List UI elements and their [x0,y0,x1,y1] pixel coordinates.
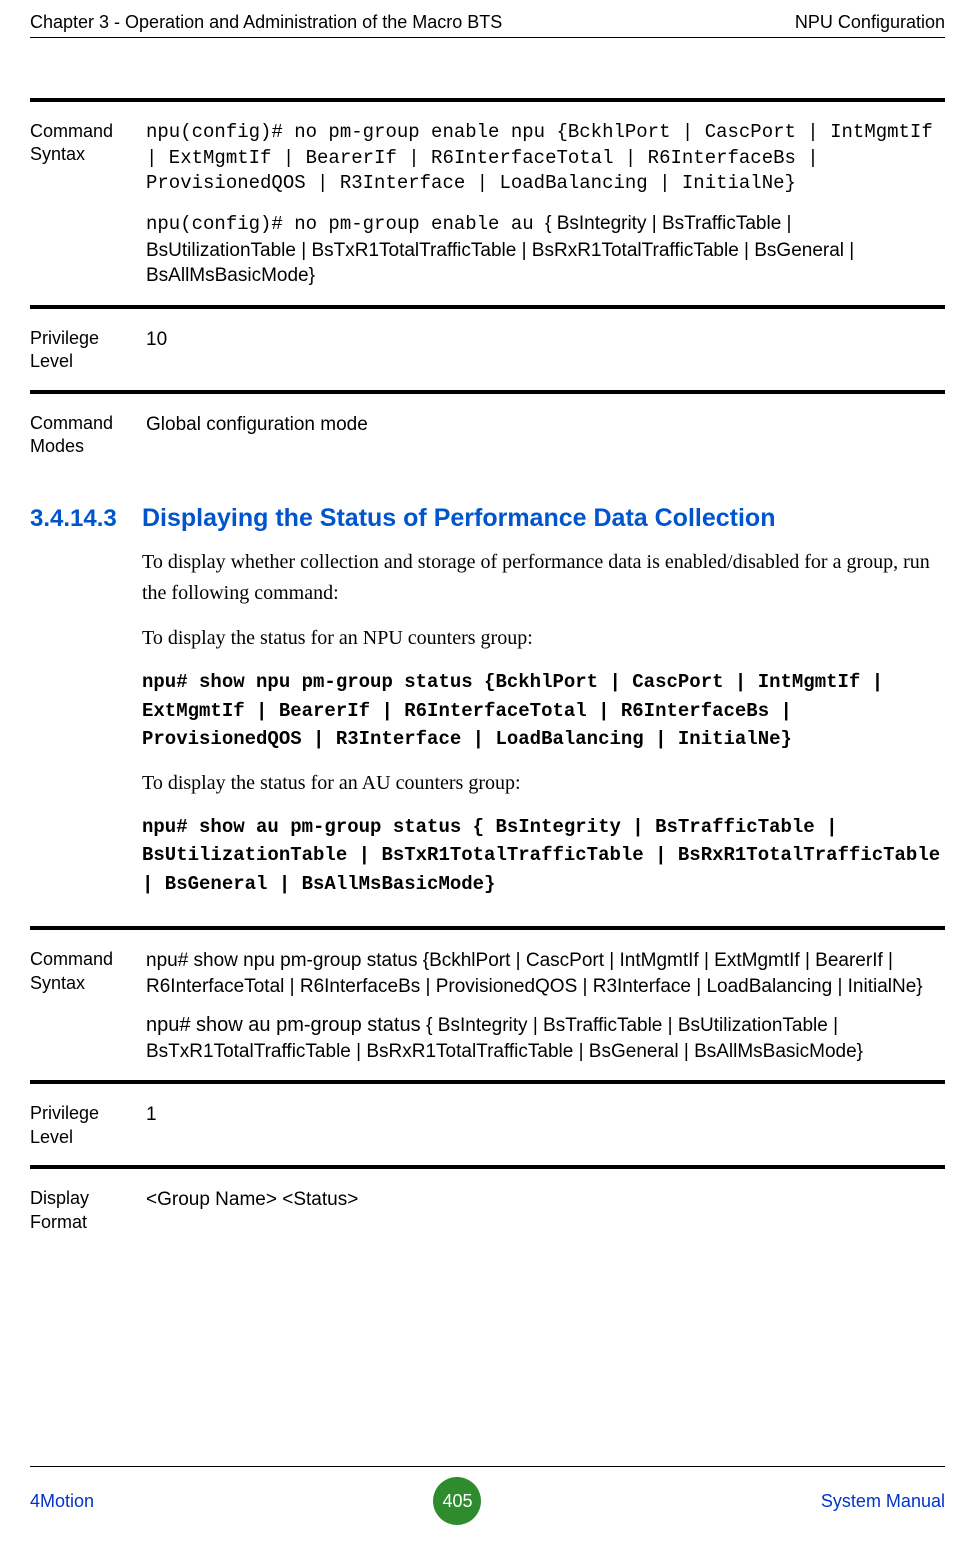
section-heading: 3.4.14.3 Displaying the Status of Perfor… [30,504,945,533]
value-command-modes: Global configuration mode [142,392,945,475]
value-command-syntax: npu(config)# no pm-group enable npu {Bck… [142,100,945,307]
value-privilege-level-2: 1 [142,1082,945,1167]
section-body: To display whether collection and storag… [142,547,945,898]
label-privilege-level-2: Privilege Level [30,1082,142,1167]
label-command-syntax: Command Syntax [30,100,142,307]
value-privilege-level: 10 [142,307,945,392]
body-p3: To display the status for an AU counters… [142,768,945,799]
page-footer: 4Motion 405 System Manual [30,1466,945,1525]
body-cmd2: npu# show au pm-group status { BsIntegri… [142,813,945,899]
definition-block-2: Command Syntax npu# show npu pm-group st… [30,926,945,1249]
label-display-format: Display Format [30,1167,142,1250]
section-title: Displaying the Status of Performance Dat… [142,504,775,533]
body-p1: To display whether collection and storag… [142,547,945,609]
syntax2-line1: npu# show npu pm-group status {BckhlPort… [146,948,945,999]
section-number: 3.4.14.3 [30,505,142,533]
page-number: 405 [433,1477,481,1525]
syntax-npu: npu(config)# no pm-group enable npu {Bck… [146,120,945,197]
footer-right: System Manual [821,1491,945,1512]
syntax-au-prefix: npu(config)# no pm-group enable au [146,213,545,235]
header-right: NPU Configuration [795,12,945,33]
body-cmd1: npu# show npu pm-group status {BckhlPort… [142,668,945,754]
syntax2-line2: npu# show au pm-group status { BsIntegri… [146,1012,945,1065]
value-command-syntax-2: npu# show npu pm-group status {BckhlPort… [142,928,945,1082]
syntax2-line2-prefix: npu# show au pm-group status [146,1014,426,1036]
definition-block-1: Command Syntax npu(config)# no pm-group … [30,98,945,474]
value-display-format: <Group Name> <Status> [142,1167,945,1250]
page-header: Chapter 3 - Operation and Administration… [30,12,945,38]
body-p2: To display the status for an NPU counter… [142,623,945,654]
header-left: Chapter 3 - Operation and Administration… [30,12,502,33]
syntax-au: npu(config)# no pm-group enable au { BsI… [146,211,945,289]
label-command-syntax-2: Command Syntax [30,928,142,1082]
label-privilege-level: Privilege Level [30,307,142,392]
footer-left: 4Motion [30,1491,94,1512]
label-command-modes: Command Modes [30,392,142,475]
